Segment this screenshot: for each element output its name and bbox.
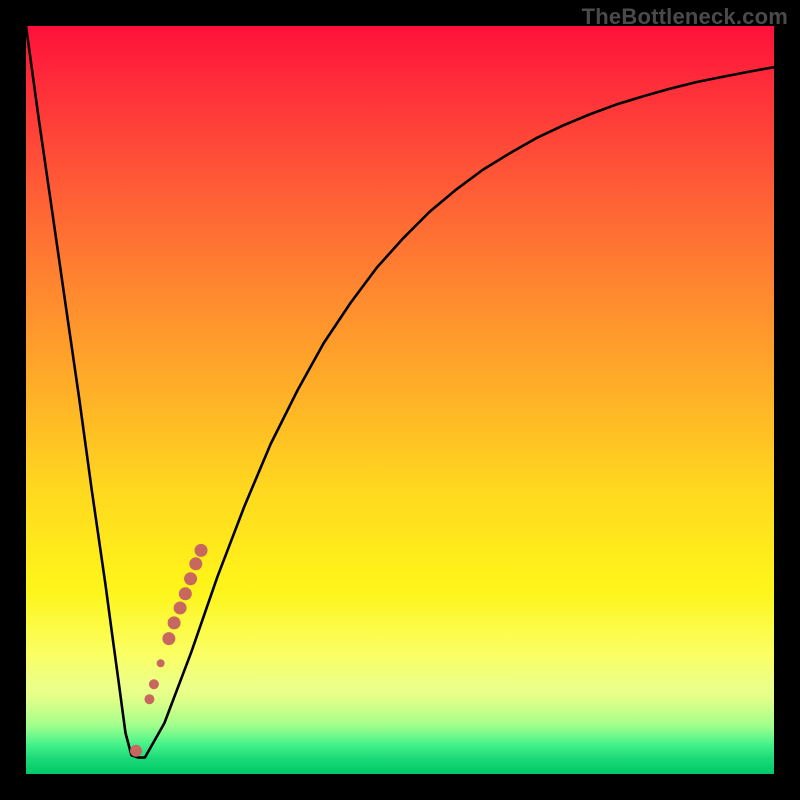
plot-area xyxy=(26,26,774,774)
cluster-top-6 xyxy=(168,616,181,629)
cluster-top-3 xyxy=(184,572,197,585)
chart-svg xyxy=(26,26,774,774)
mid-dot-1 xyxy=(149,679,159,689)
cluster-top-1 xyxy=(195,544,208,557)
cluster-top-2 xyxy=(189,557,202,570)
chart-stage: TheBottleneck.com xyxy=(0,0,800,800)
cluster-top-7 xyxy=(162,632,175,645)
cluster-gap-dot xyxy=(157,659,165,667)
cluster-top-4 xyxy=(179,587,192,600)
cluster-top-5 xyxy=(174,601,187,614)
bottleneck-curve xyxy=(26,26,774,758)
mid-dot-2 xyxy=(144,694,154,704)
data-points-group xyxy=(130,544,208,757)
bottom-dot xyxy=(130,745,142,757)
